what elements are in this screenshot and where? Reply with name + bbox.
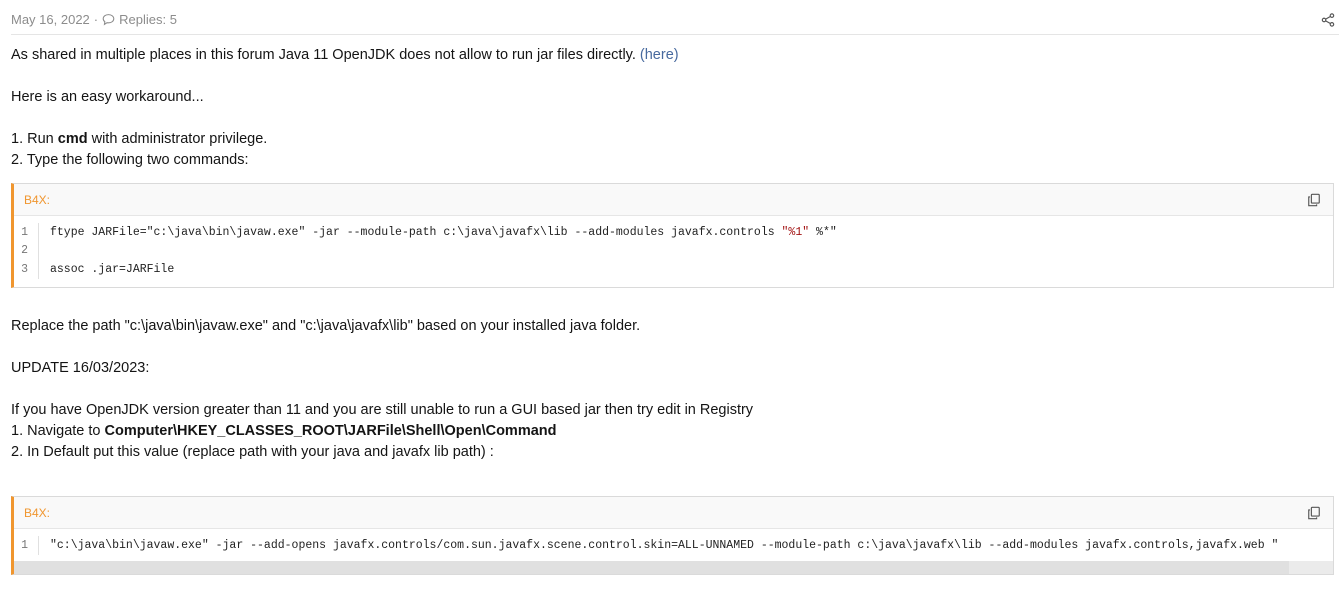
horizontal-scrollbar[interactable]	[14, 560, 1333, 574]
copy-icon[interactable]	[1307, 193, 1321, 207]
copy-icon[interactable]	[1307, 506, 1321, 520]
intro-text: As shared in multiple places in this for…	[11, 47, 640, 63]
navigate-step: 1. Navigate to Computer\HKEY_CLASSES_ROO…	[11, 423, 557, 439]
step-1: 1. Run cmd with administrator privilege.	[11, 131, 267, 147]
comment-icon	[102, 14, 115, 26]
step-1-pre: 1. Run	[11, 131, 58, 147]
meta-separator: ·	[93, 12, 99, 27]
code-block-registry: B4X: 1 "c:\java\bin\javaw.exe" -jar --ad…	[11, 496, 1334, 575]
code-line: 1 "c:\java\bin\javaw.exe" -jar --add-ope…	[14, 536, 1333, 555]
openjdk-paragraph: If you have OpenJDK version greater than…	[11, 402, 754, 418]
code-text: "c:\java\bin\javaw.exe" -jar --add-opens…	[50, 538, 1279, 552]
post-date[interactable]: May 16, 2022	[11, 12, 90, 27]
line-number: 2	[14, 241, 39, 260]
step-2: 2. Type the following two commands:	[11, 152, 249, 168]
header-divider	[11, 34, 1339, 35]
code-text: assoc .jar=JARFile	[50, 262, 175, 276]
scrollbar-thumb[interactable]	[14, 560, 1289, 574]
code-body: 1 ftype JARFile="c:\java\bin\javaw.exe" …	[14, 216, 1333, 287]
registry-path: Computer\HKEY_CLASSES_ROOT\JARFile\Shell…	[104, 423, 557, 439]
replace-path-text: Replace the path "c:\java\bin\javaw.exe"…	[11, 318, 641, 334]
step-1-cmd: cmd	[57, 131, 88, 147]
line-number: 3	[14, 260, 39, 279]
code-header: B4X:	[14, 497, 1333, 529]
workaround-text: Here is an easy workaround...	[11, 89, 204, 105]
navigate-pre: 1. Navigate to	[11, 423, 105, 439]
code-text-part: %*"	[809, 225, 837, 239]
code-string: "%1"	[781, 225, 810, 239]
code-line: 1 ftype JARFile="c:\java\bin\javaw.exe" …	[14, 223, 1333, 242]
line-number: 1	[14, 223, 39, 242]
code-language: B4X:	[24, 506, 51, 520]
code-line: 3 assoc .jar=JARFile	[14, 260, 1333, 279]
code-language: B4X:	[24, 193, 51, 207]
line-number: 1	[14, 536, 39, 555]
here-link[interactable]: (here)	[640, 47, 679, 63]
code-text: ftype JARFile="c:\java\bin\javaw.exe" -j…	[39, 226, 837, 239]
intro-paragraph: As shared in multiple places in this for…	[11, 47, 679, 63]
default-step: 2. In Default put this value (replace pa…	[11, 444, 494, 460]
code-text-part: ftype JARFile="c:\java\bin\javaw.exe" -j…	[50, 225, 782, 239]
step-1-post: with administrator privilege.	[87, 131, 268, 147]
code-block-commands: B4X: 1 ftype JARFile="c:\java\bin\javaw.…	[11, 183, 1334, 288]
code-body: 1 "c:\java\bin\javaw.exe" -jar --add-ope…	[14, 529, 1333, 574]
update-heading: UPDATE 16/03/2023:	[11, 360, 150, 376]
code-header: B4X:	[14, 184, 1333, 216]
share-icon[interactable]	[1321, 13, 1335, 27]
replies-count[interactable]: Replies: 5	[119, 12, 177, 27]
code-line: 2	[14, 241, 1333, 260]
post-meta: May 16, 2022 · Replies: 5	[11, 12, 177, 27]
